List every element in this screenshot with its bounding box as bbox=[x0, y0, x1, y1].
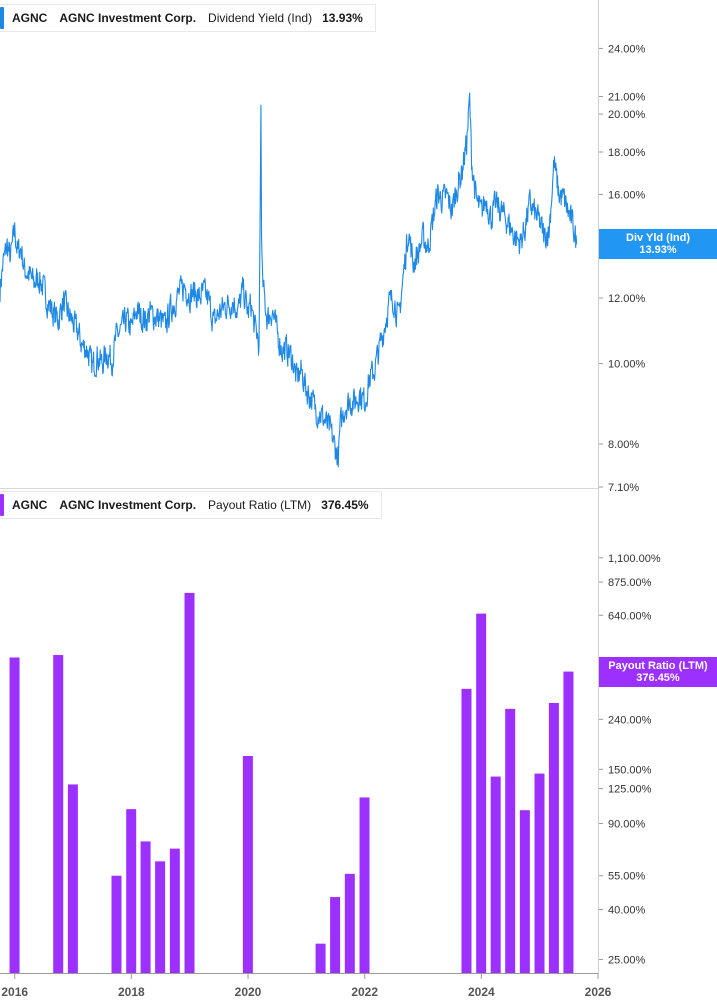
payout-tag-value: 376.45% bbox=[636, 671, 680, 684]
bottom-y-tick-label: 240.00% bbox=[608, 714, 652, 726]
x-tick-label: 2020 bbox=[235, 985, 262, 999]
yield-tag-label: Div Yld (Ind) bbox=[626, 232, 690, 245]
bottom-y-tick-label: 90.00% bbox=[608, 818, 646, 830]
payout-legend-value: 376.45% bbox=[321, 498, 369, 512]
payout-ratio-bars bbox=[9, 592, 574, 973]
x-tick-label: 2018 bbox=[118, 985, 145, 999]
payout-tag-label: Payout Ratio (LTM) bbox=[608, 659, 708, 672]
bottom-y-tick-label: 55.00% bbox=[608, 871, 646, 883]
payout-bar bbox=[563, 671, 574, 973]
top-y-tick-label: 16.00% bbox=[608, 189, 646, 201]
payout-bar bbox=[155, 861, 166, 973]
payout-bar bbox=[330, 897, 341, 973]
payout-legend-metric: Payout Ratio (LTM) bbox=[208, 498, 312, 512]
payout-bar bbox=[67, 784, 78, 973]
payout-bar bbox=[490, 776, 501, 973]
yield-value-tag: Div Yld (Ind) 13.93% bbox=[599, 229, 717, 260]
bottom-y-tick-label: 150.00% bbox=[608, 764, 652, 776]
top-y-tick-label: 12.00% bbox=[608, 293, 646, 305]
yield-legend: AGNC AGNC Investment Corp. Dividend Yiel… bbox=[0, 4, 376, 32]
top-y-tick-label: 8.00% bbox=[608, 439, 639, 451]
top-y-tick-label: 21.00% bbox=[608, 91, 646, 103]
payout-bar bbox=[169, 848, 180, 973]
payout-legend-swatch bbox=[0, 494, 4, 516]
top-y-axis: 24.00%21.00%20.00%18.00%16.00%14.00%12.0… bbox=[598, 43, 646, 494]
x-axis: 2016 2018 2020 2022 2024 2026 bbox=[1, 973, 612, 999]
payout-bar bbox=[534, 773, 545, 973]
top-y-tick-label: 18.00% bbox=[608, 147, 646, 159]
payout-legend-ticker: AGNC bbox=[12, 498, 48, 512]
bottom-y-axis: 1,100.00%875.00%640.00%350.00%240.00%150… bbox=[598, 553, 661, 966]
payout-bar bbox=[140, 841, 151, 973]
payout-bar bbox=[359, 797, 370, 973]
payout-bar bbox=[461, 688, 472, 973]
payout-legend-company: AGNC Investment Corp. bbox=[59, 498, 197, 512]
top-y-tick-label: 20.00% bbox=[608, 109, 646, 121]
payout-bar bbox=[111, 875, 122, 973]
bottom-panel: 1,100.00%875.00%640.00%350.00%240.00%150… bbox=[9, 553, 661, 973]
top-y-tick-label: 24.00% bbox=[608, 43, 646, 55]
payout-bar bbox=[126, 809, 137, 973]
yield-legend-value: 13.93% bbox=[322, 11, 363, 25]
bottom-y-tick-label: 1,100.00% bbox=[608, 553, 661, 565]
payout-bar bbox=[9, 657, 20, 973]
yield-legend-swatch bbox=[0, 7, 4, 29]
bottom-y-tick-label: 25.00% bbox=[608, 954, 646, 966]
top-panel: 24.00%21.00%20.00%18.00%16.00%14.00%12.0… bbox=[0, 43, 646, 494]
bottom-y-tick-label: 40.00% bbox=[608, 905, 646, 917]
bottom-y-tick-label: 125.00% bbox=[608, 784, 652, 796]
top-y-tick-label: 10.00% bbox=[608, 359, 646, 371]
payout-bar bbox=[519, 810, 530, 973]
x-tick-label: 2026 bbox=[585, 985, 612, 999]
payout-bar bbox=[315, 943, 326, 973]
payout-bar bbox=[184, 592, 195, 973]
bottom-y-tick-label: 875.00% bbox=[608, 577, 652, 589]
x-tick-label: 2016 bbox=[1, 985, 28, 999]
payout-bar bbox=[476, 613, 487, 973]
payout-value-tag: Payout Ratio (LTM) 376.45% bbox=[599, 656, 717, 687]
x-tick-label: 2022 bbox=[351, 985, 378, 999]
yield-legend-ticker: AGNC bbox=[12, 11, 48, 25]
payout-bar bbox=[505, 708, 516, 973]
payout-bar bbox=[53, 655, 64, 973]
x-tick-label: 2024 bbox=[468, 985, 495, 999]
yield-tag-value: 13.93% bbox=[639, 244, 677, 257]
payout-bar bbox=[548, 703, 559, 973]
payout-bar bbox=[242, 755, 253, 973]
payout-legend: AGNC AGNC Investment Corp. Payout Ratio … bbox=[0, 491, 382, 519]
top-y-tick-label: 7.10% bbox=[608, 482, 639, 494]
payout-bar bbox=[344, 873, 355, 973]
yield-legend-company: AGNC Investment Corp. bbox=[59, 11, 197, 25]
dividend-yield-line bbox=[0, 92, 578, 468]
yield-legend-metric: Dividend Yield (Ind) bbox=[208, 11, 313, 25]
bottom-y-tick-label: 640.00% bbox=[608, 610, 652, 622]
